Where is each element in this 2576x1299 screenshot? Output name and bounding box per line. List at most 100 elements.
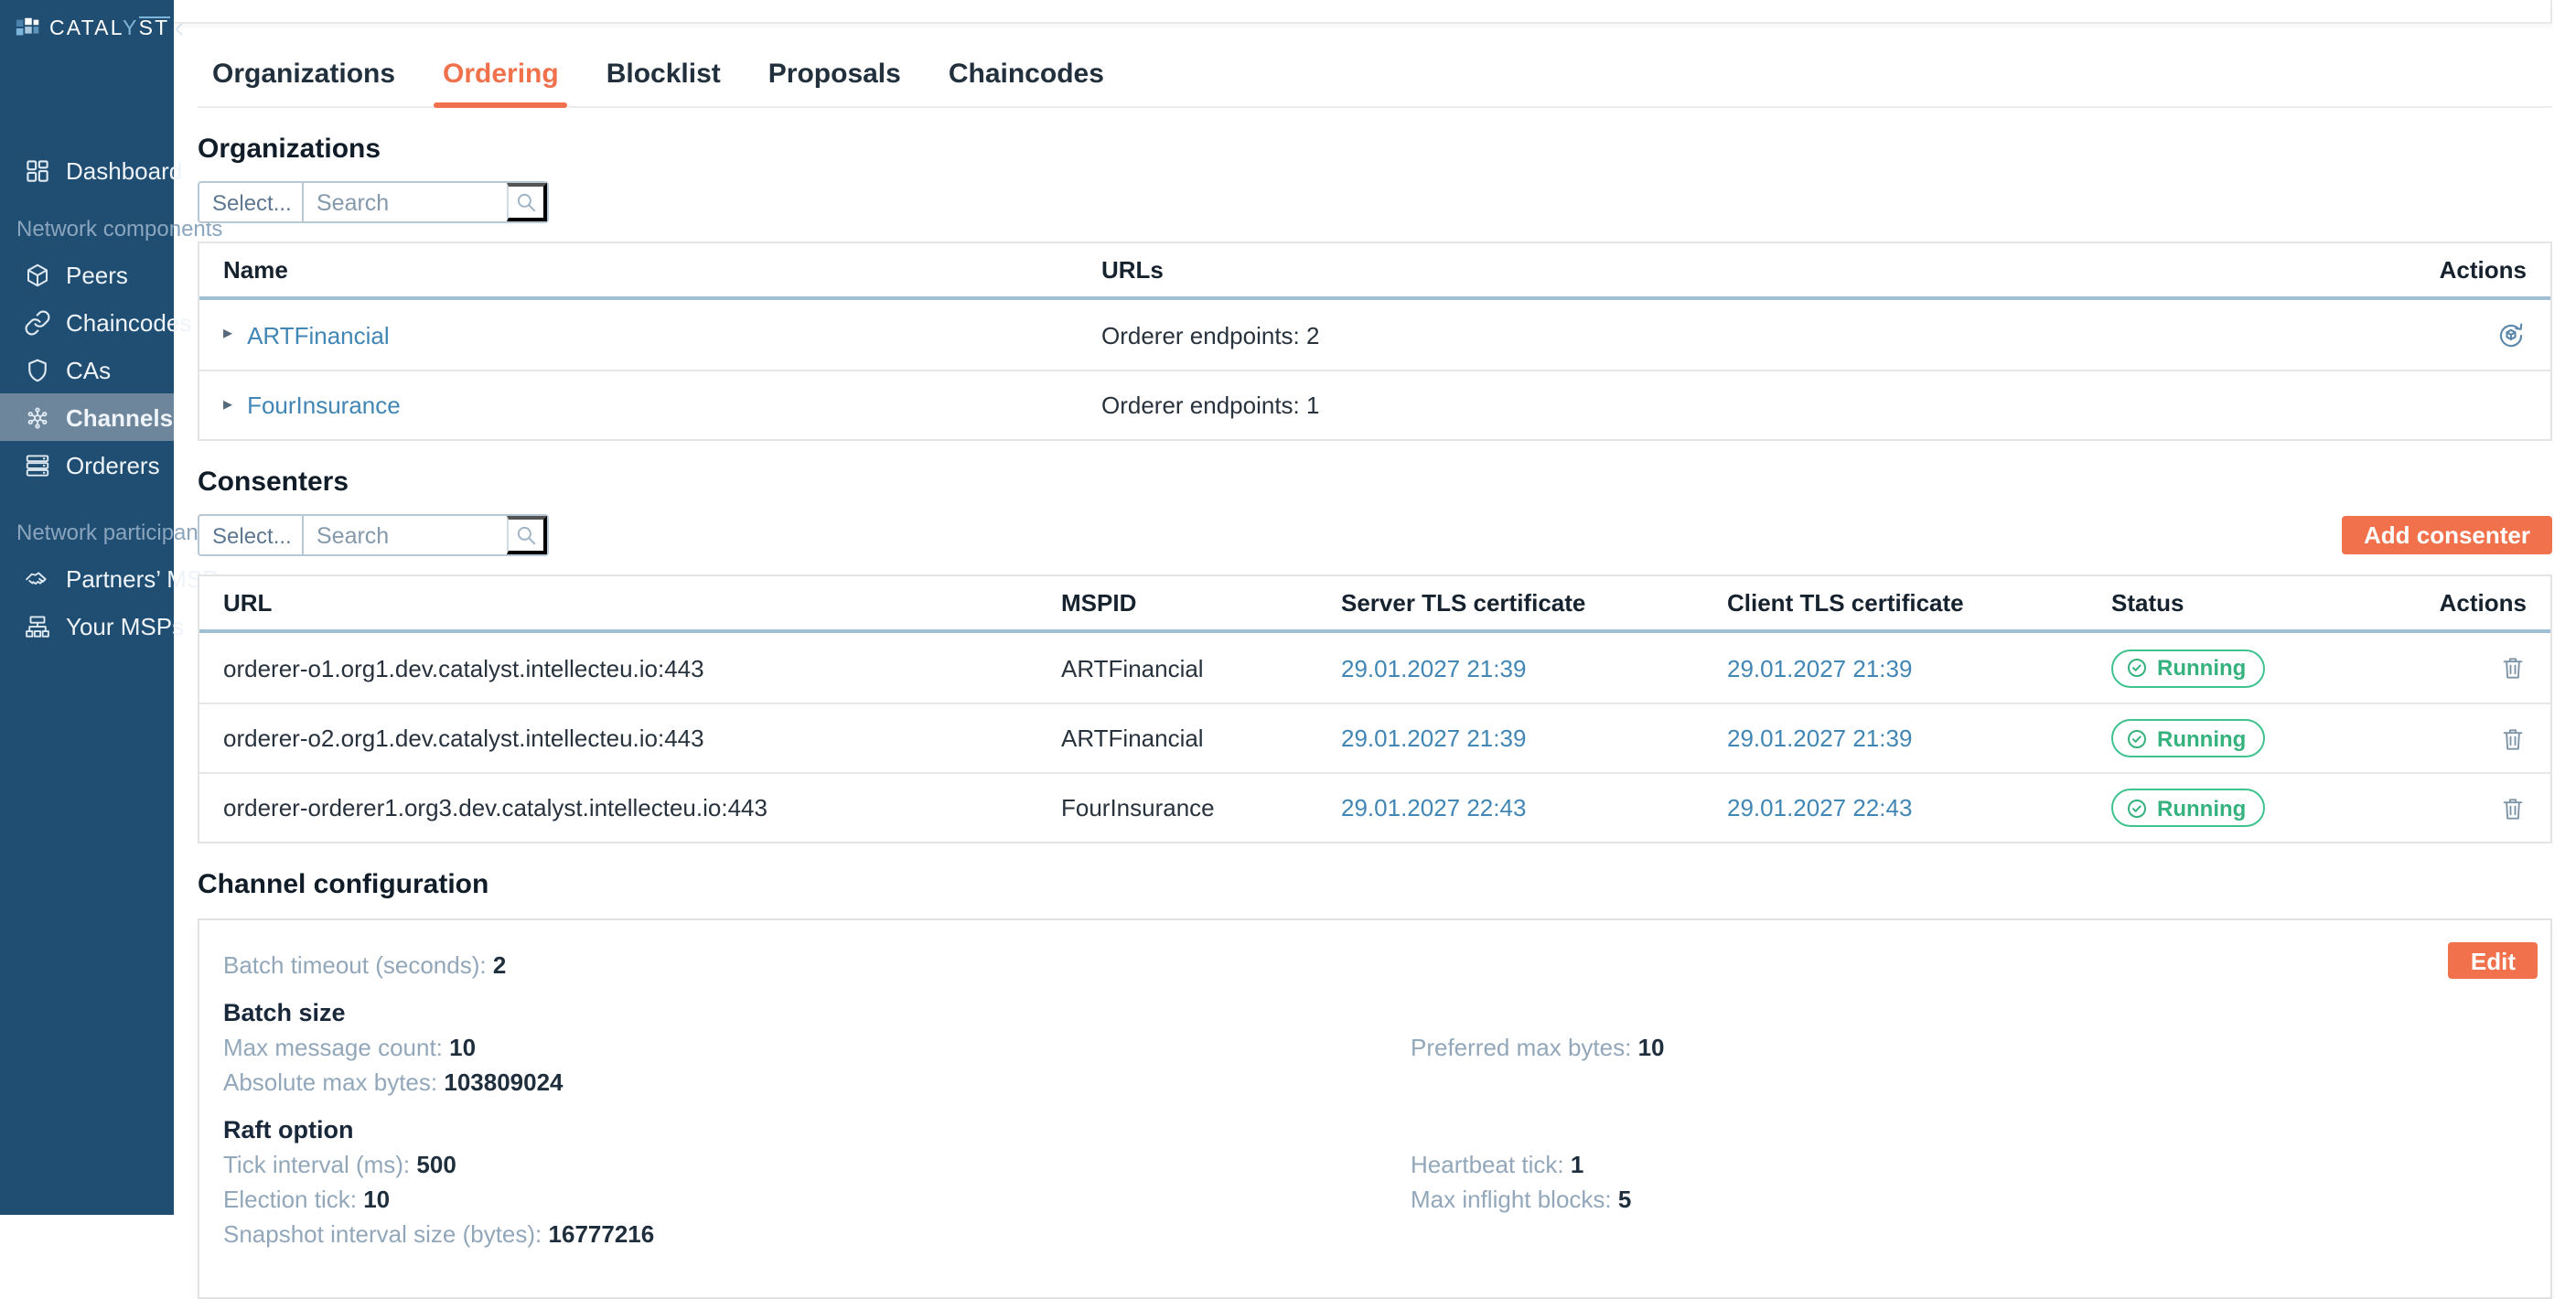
max-message-count: Max message count: 10 (223, 1034, 1411, 1063)
sidebar-item-label: Chaincodes (66, 308, 191, 336)
client-tls-cert-link[interactable]: 29.01.2027 21:39 (1727, 725, 1912, 752)
consenter-url-cell: orderer-o1.org1.dev.catalyst.intellecteu… (199, 654, 1037, 682)
consenters-heading: Consenters (198, 467, 2552, 498)
sidebar-item-label: CAs (66, 356, 111, 383)
org-link[interactable]: ARTFinancial (247, 321, 390, 349)
table-row: ▸ ARTFinancial Orderer endpoints: 2 (199, 300, 2550, 370)
sidebar-item-peers[interactable]: Peers (0, 251, 174, 298)
delete-consenter-button[interactable] (2499, 653, 2527, 682)
raft-option-heading: Raft option (223, 1114, 2527, 1145)
dashboard-icon (24, 156, 51, 184)
row-expander-icon[interactable]: ▸ (223, 396, 232, 414)
search-icon (514, 190, 538, 214)
snapshot-interval-size: Snapshot interval size (bytes): 16777216 (223, 1220, 2527, 1250)
logo-row: CATALYST (0, 0, 174, 55)
tab-blocklist[interactable]: Blocklist (606, 49, 721, 106)
hub-icon (24, 403, 51, 431)
delete-consenter-button[interactable] (2499, 724, 2527, 753)
consenter-mspid-cell: FourInsurance (1037, 794, 1317, 821)
organizations-search-input[interactable] (304, 183, 507, 221)
sidebar-item-label: Channels (66, 403, 173, 431)
add-consenter-button[interactable]: Add consenter (2342, 516, 2552, 554)
sidebar-section-network-participants: Network participants (0, 510, 174, 554)
sidebar-item-dashboard[interactable]: Dashboard (0, 146, 174, 194)
sidebar-item-partners-msps[interactable]: Partners’ MSPs (0, 554, 174, 602)
chevron-down-icon (292, 194, 293, 210)
select-value: Select... (212, 522, 292, 548)
consenters-filter-row: Select... Add consenter (198, 514, 2552, 556)
server-tls-cert-link[interactable]: 29.01.2027 22:43 (1341, 794, 1526, 821)
sidebar-item-chaincodes[interactable]: Chaincodes (0, 298, 174, 346)
trash-icon (2499, 653, 2527, 682)
sidebar-item-your-msps[interactable]: Your MSPs (0, 602, 174, 650)
redeploy-orderer-button[interactable] (2496, 319, 2527, 350)
organizations-search-button[interactable] (507, 183, 547, 221)
consenter-mspid-cell: ARTFinancial (1037, 654, 1317, 682)
sidebar-item-orderers[interactable]: Orderers (0, 441, 174, 488)
consenters-filter-bar: Select... (198, 514, 549, 556)
sidebar-item-label: Peers (66, 261, 128, 288)
handshake-icon (24, 564, 51, 592)
column-header-urls: URLs (1078, 256, 2422, 284)
absolute-max-bytes: Absolute max bytes: 103809024 (223, 1068, 2527, 1098)
trash-icon (2499, 724, 2527, 753)
main-content: Organizations Ordering Blocklist Proposa… (174, 0, 2576, 1215)
consenter-url-cell: orderer-o2.org1.dev.catalyst.intellecteu… (199, 725, 1037, 752)
client-tls-cert-link[interactable]: 29.01.2027 21:39 (1727, 654, 1912, 682)
table-row: orderer-orderer1.org3.dev.catalyst.intel… (199, 772, 2550, 842)
org-name-cell: ▸ FourInsurance (199, 392, 1078, 419)
scrolled-card-edge (174, 0, 2552, 24)
consenters-table: URL MSPID Server TLS certificate Client … (198, 574, 2552, 843)
tab-chaincodes[interactable]: Chaincodes (949, 49, 1104, 106)
select-value: Select... (212, 189, 292, 215)
edit-config-button[interactable]: Edit (2449, 942, 2538, 979)
tab-ordering[interactable]: Ordering (443, 49, 559, 106)
check-circle-icon (2126, 657, 2148, 679)
organizations-table-header: Name URLs Actions (199, 243, 2550, 300)
consenters-search-input[interactable] (304, 516, 507, 554)
organizations-heading: Organizations (198, 134, 2552, 165)
tab-proposals[interactable]: Proposals (768, 49, 901, 106)
org-link[interactable]: FourInsurance (247, 392, 401, 419)
consenter-status-cell: Running (2088, 789, 2441, 827)
column-header-server-tls: Server TLS certificate (1317, 589, 1703, 617)
server-tls-cert-link[interactable]: 29.01.2027 21:39 (1341, 654, 1526, 682)
table-row: orderer-o1.org1.dev.catalyst.intellecteu… (199, 633, 2550, 703)
heartbeat-tick: Heartbeat tick: 1 (1411, 1151, 2527, 1180)
catalyst-logo: CATALYST (15, 15, 169, 42)
consenter-url-cell: orderer-orderer1.org3.dev.catalyst.intel… (199, 794, 1037, 821)
org-name-cell: ▸ ARTFinancial (199, 321, 1078, 349)
sidebar-item-label: Dashboard (66, 156, 182, 184)
status-badge: Running (2111, 719, 2264, 757)
tab-organizations[interactable]: Organizations (212, 49, 395, 106)
column-header-status: Status (2088, 589, 2441, 617)
delete-consenter-button[interactable] (2499, 793, 2527, 822)
organizations-table: Name URLs Actions ▸ ARTFinancial Orderer… (198, 242, 2552, 441)
max-inflight-blocks: Max inflight blocks: 5 (1411, 1186, 2527, 1215)
consenters-search-button[interactable] (507, 516, 547, 554)
client-tls-cert-link[interactable]: 29.01.2027 22:43 (1727, 794, 1912, 821)
cube-icon (24, 261, 51, 288)
column-header-actions: Actions (2422, 256, 2550, 284)
server-tls-cert-link[interactable]: 29.01.2027 21:39 (1341, 725, 1526, 752)
sidebar-item-cas[interactable]: CAs (0, 346, 174, 393)
sidebar-item-channels[interactable]: Channels (0, 393, 174, 441)
table-row: ▸ FourInsurance Orderer endpoints: 1 (199, 370, 2550, 439)
consenters-table-header: URL MSPID Server TLS certificate Client … (199, 576, 2550, 633)
sidebar-section-network-components: Network components (0, 207, 174, 251)
column-header-url: URL (199, 589, 1037, 617)
organizations-filter-row: Select... (198, 181, 2552, 223)
status-badge: Running (2111, 649, 2264, 687)
consenters-filter-select[interactable]: Select... (199, 516, 304, 554)
org-urls-cell: Orderer endpoints: 2 (1078, 321, 2422, 349)
consenter-status-cell: Running (2088, 649, 2441, 687)
sidebar-item-label: Your MSPs (66, 612, 184, 639)
check-circle-icon (2126, 797, 2148, 819)
sidebar: CATALYST Dashboard Network components Pe… (0, 0, 174, 1215)
organizations-filter-select[interactable]: Select... (199, 183, 304, 221)
column-header-actions: Actions (2441, 589, 2550, 617)
batch-timeout: Batch timeout (seconds): 2 (223, 951, 2527, 981)
column-header-name: Name (199, 256, 1078, 284)
row-expander-icon[interactable]: ▸ (223, 326, 232, 344)
org-urls-cell: Orderer endpoints: 1 (1078, 392, 2422, 419)
